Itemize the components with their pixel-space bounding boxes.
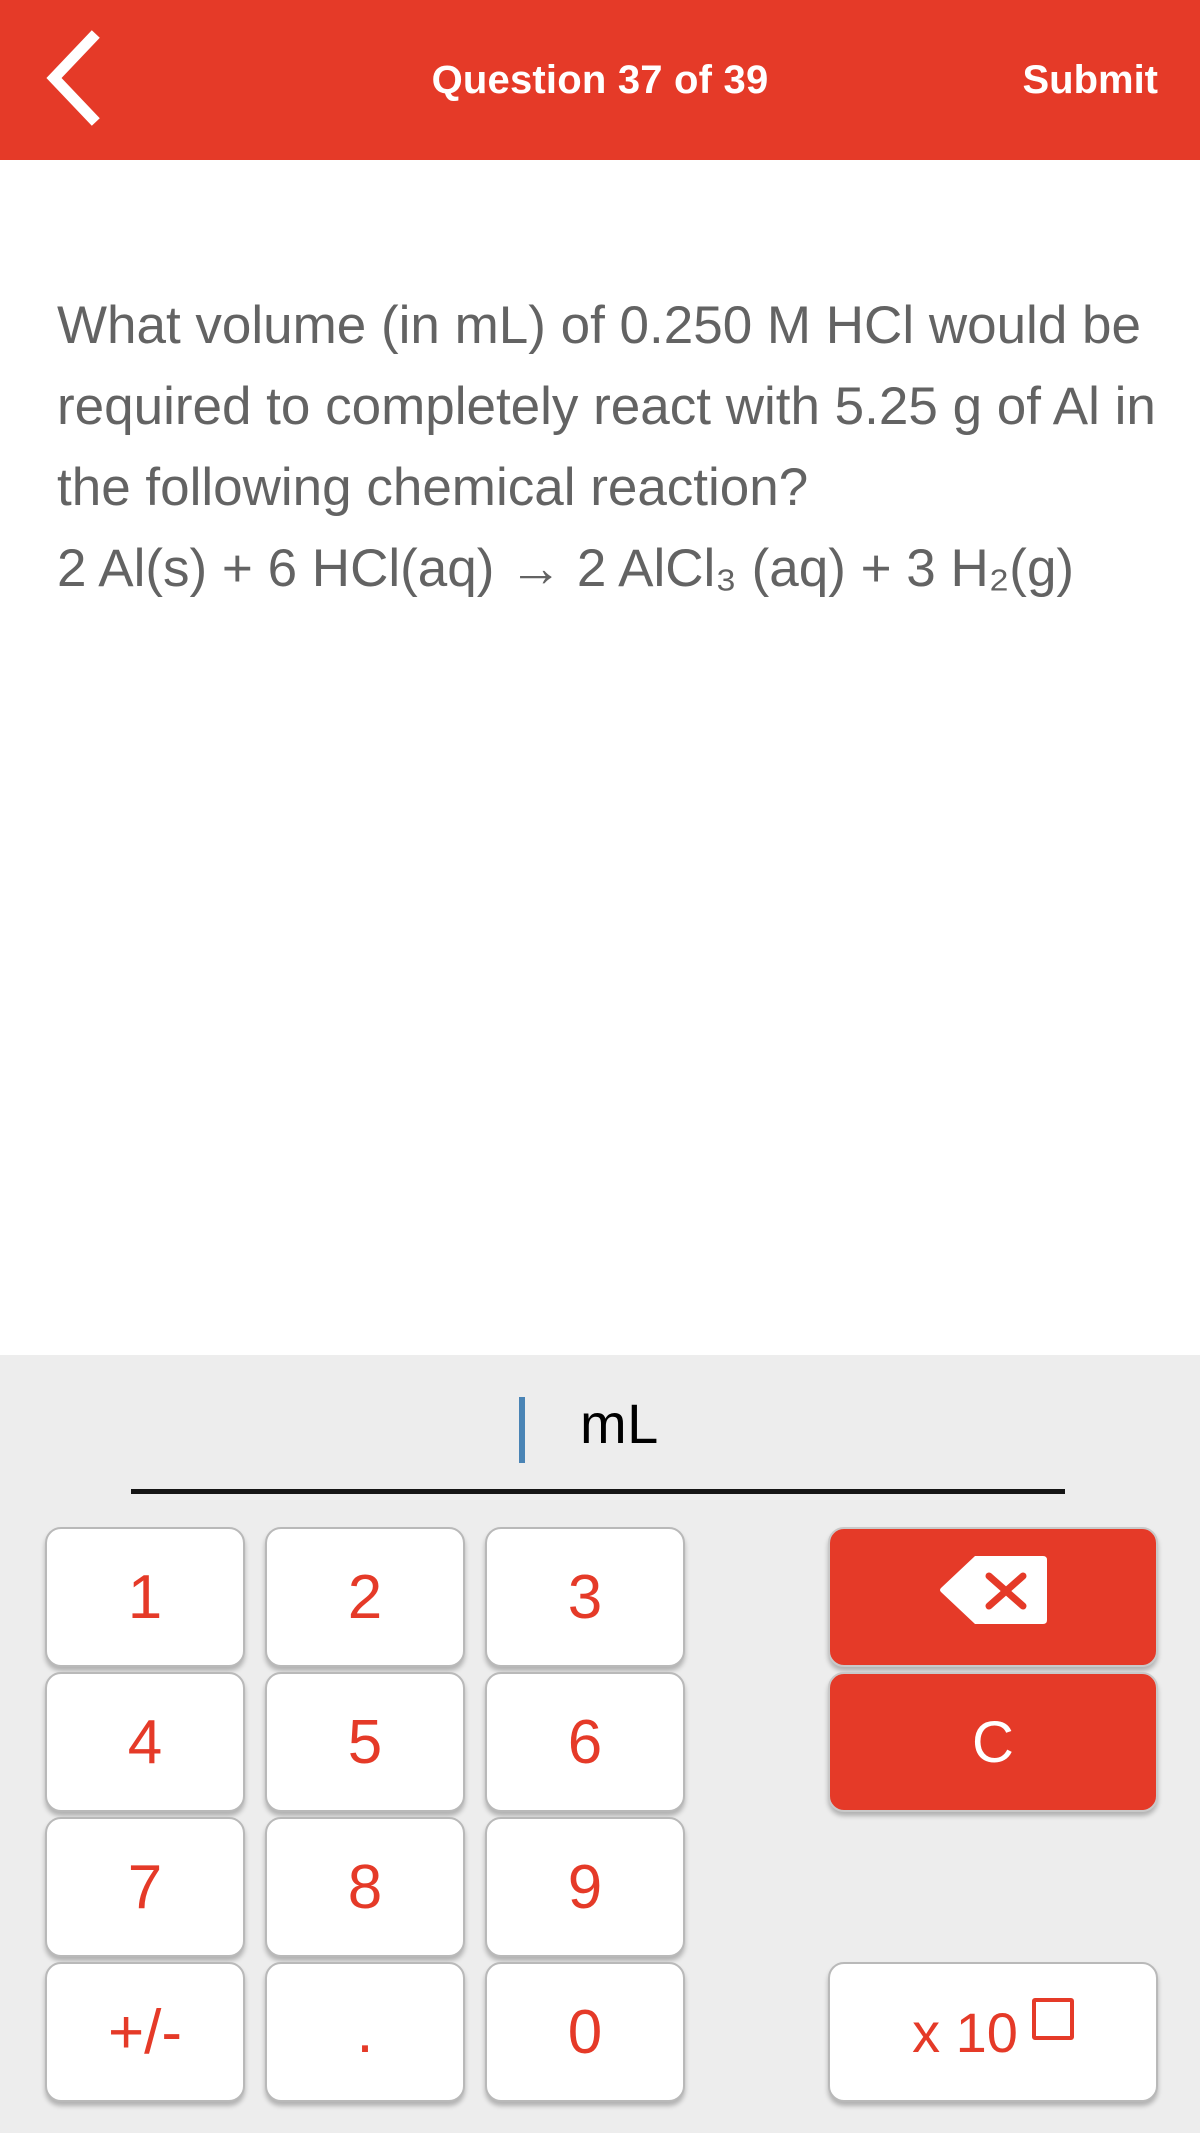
submit-button[interactable]: Submit — [1022, 58, 1158, 103]
key-7[interactable]: 7 — [45, 1817, 245, 1957]
app-header: Question 37 of 39 Submit — [0, 0, 1200, 160]
question-text: What volume (in mL) of 0.250 M HCl would… — [57, 296, 1156, 598]
page-title: Question 37 of 39 — [431, 57, 769, 102]
key-clear[interactable]: C — [828, 1672, 1158, 1812]
key-2[interactable]: 2 — [265, 1527, 465, 1667]
key-1[interactable]: 1 — [45, 1527, 245, 1667]
keypad-panel: mL 1 2 3 4 5 6 C 7 8 9 +/- . 0 x 10 — [0, 1355, 1200, 2133]
backspace-button[interactable] — [828, 1527, 1158, 1667]
key-sign[interactable]: +/- — [45, 1962, 245, 2102]
key-6[interactable]: 6 — [485, 1672, 685, 1812]
exponent-label: x 10 — [912, 2000, 1018, 2064]
answer-input-row[interactable]: mL — [0, 1375, 1200, 1485]
answer-underline — [131, 1489, 1065, 1494]
backspace-icon — [939, 1554, 1047, 1640]
key-4[interactable]: 4 — [45, 1672, 245, 1812]
exponent-placeholder-box — [1031, 1998, 1074, 2040]
question-area: What volume (in mL) of 0.250 M HCl would… — [0, 160, 1200, 1355]
key-8[interactable]: 8 — [265, 1817, 465, 1957]
key-5[interactable]: 5 — [265, 1672, 465, 1812]
key-9[interactable]: 9 — [485, 1817, 685, 1957]
key-3[interactable]: 3 — [485, 1527, 685, 1667]
key-decimal[interactable]: . — [265, 1962, 465, 2102]
key-0[interactable]: 0 — [485, 1962, 685, 2102]
answer-unit-label: mL — [580, 1392, 659, 1455]
key-exponent[interactable]: x 10 — [828, 1962, 1158, 2102]
text-caret — [519, 1397, 525, 1463]
